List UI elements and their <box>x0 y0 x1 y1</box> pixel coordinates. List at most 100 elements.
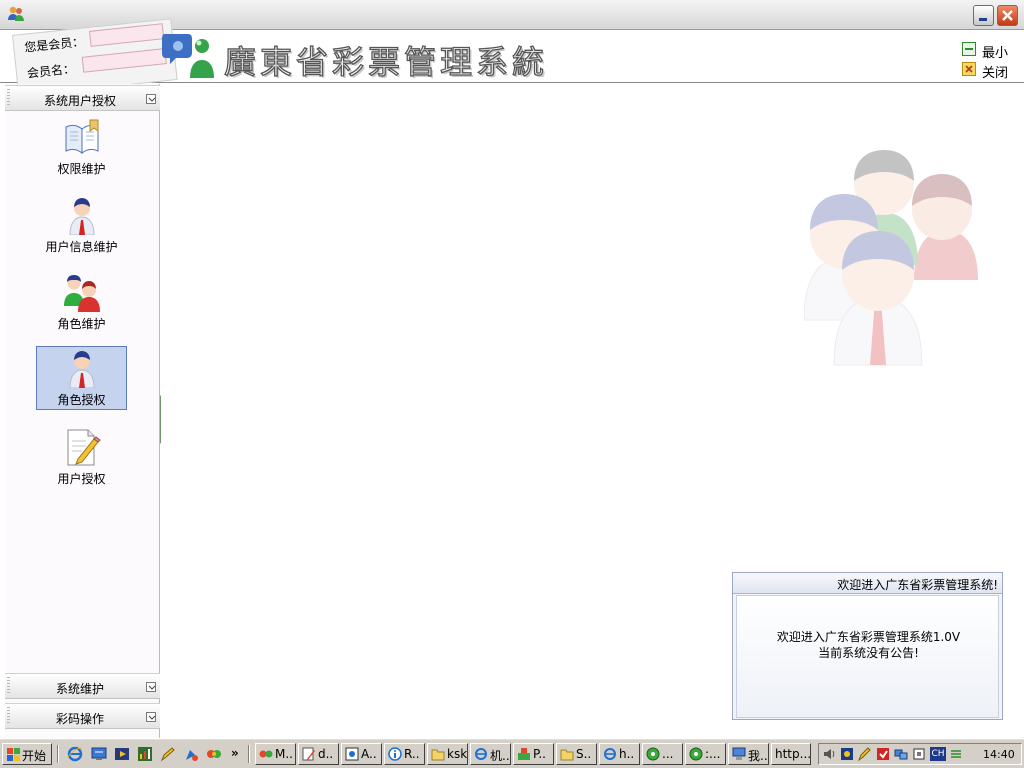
sidebar-section-system-maintenance[interactable]: 系统维护 <box>5 673 160 699</box>
taskbar-item[interactable]: S.. <box>556 743 597 765</box>
tools-icon <box>518 748 530 760</box>
sidebar-item-user-authorization[interactable]: 用户授权 <box>36 425 127 489</box>
pencil-icon[interactable] <box>160 746 176 762</box>
member-field[interactable] <box>88 23 165 47</box>
app-header: 您是会员： 会员名： 廣東省彩票管理系統 最小 关闭 <box>0 18 1024 97</box>
taskbar-item[interactable]: 机.. <box>470 743 511 765</box>
section-label: 系统维护 <box>55 682 104 696</box>
taskbar-item-label: ... <box>662 747 674 761</box>
document-pencil-icon <box>67 429 101 466</box>
notice-line-no-announcement: 当前系统没有公告! <box>818 646 919 660</box>
media-player-icon[interactable] <box>114 746 130 762</box>
antivirus-icon[interactable] <box>876 747 890 761</box>
ime-indicator[interactable]: CH <box>930 747 946 761</box>
taskbar-item[interactable]: ... <box>642 743 683 765</box>
taskbar-separator <box>248 745 250 763</box>
sidebar-item-label: 角色授权 <box>57 393 106 407</box>
editor-icon <box>302 747 315 761</box>
taskbar-item-label: ksk <box>447 747 468 761</box>
cd-icon <box>646 747 660 761</box>
taskbar-item[interactable]: d.. <box>298 743 339 765</box>
close-icon <box>962 62 976 76</box>
taskbar-item[interactable]: http... <box>771 743 811 765</box>
connection-icon[interactable] <box>894 747 908 761</box>
sidebar-item-role-authorization[interactable]: 角色授权 <box>36 346 127 410</box>
sidebar-item-label: 用户信息维护 <box>45 240 118 254</box>
pinwheel-icon[interactable] <box>206 746 222 762</box>
taskbar-item-label: M.. <box>275 747 293 761</box>
users-watermark-icon <box>804 150 978 366</box>
close-button[interactable] <box>997 5 1018 26</box>
sidebar-section-user-auth[interactable]: 系统用户授权 <box>5 85 160 111</box>
ie-icon[interactable] <box>67 746 83 762</box>
taskbar-item-label: http... <box>775 747 811 761</box>
sidebar-item-label: 角色维护 <box>57 317 106 331</box>
minimize-icon <box>962 42 976 56</box>
user-group-icon <box>64 275 100 312</box>
member-label: 您是会员： <box>23 34 85 55</box>
start-button[interactable]: 开始 <box>2 743 52 765</box>
taskbar-item-label: :... <box>705 747 721 761</box>
volume-icon[interactable] <box>822 747 836 761</box>
computer-icon <box>732 747 746 760</box>
member-name-field[interactable] <box>81 48 167 73</box>
network-icon[interactable] <box>840 747 854 761</box>
device-icon[interactable] <box>912 747 926 761</box>
pen-tool-icon[interactable] <box>858 747 872 761</box>
windows-logo-icon <box>7 748 20 761</box>
folder-icon <box>431 749 445 761</box>
collapse-chevron-icon[interactable] <box>146 682 156 692</box>
minimize-link-label: 最小 <box>982 46 1009 61</box>
open-book-icon <box>65 119 99 155</box>
collapse-chevron-icon[interactable] <box>146 94 156 104</box>
taskbar-item[interactable]: R.. <box>384 743 425 765</box>
sidebar-item-user-info-maintenance[interactable]: 用户信息维护 <box>36 193 127 257</box>
input-method-icon[interactable] <box>949 747 963 761</box>
sidebar: 系统用户授权 权限维护 用户信息维护 角色维护 角色授权 用户授权 系统维护 彩… <box>5 84 160 738</box>
logo-icon <box>162 34 214 78</box>
ie-icon <box>604 748 616 760</box>
chart-app-icon[interactable] <box>137 746 153 762</box>
close-link[interactable]: 关闭 <box>962 61 1012 81</box>
paint-icon[interactable] <box>183 746 199 762</box>
ie-icon <box>475 748 487 760</box>
start-label: 开始 <box>22 749 47 763</box>
clock: 14:40 <box>983 748 1015 761</box>
sidebar-item-role-maintenance[interactable]: 角色维护 <box>36 270 127 334</box>
taskbar-item[interactable]: :... <box>685 743 726 765</box>
taskbar-item-label: P.. <box>533 747 546 761</box>
taskbar-separator <box>57 745 59 763</box>
taskbar-item[interactable]: A.. <box>341 743 382 765</box>
taskbar-item[interactable]: M.. <box>255 743 296 765</box>
taskbar-item-label: d.. <box>318 747 334 761</box>
taskbar-item-label: h.. <box>619 747 635 761</box>
users-icon <box>8 6 24 21</box>
member-name-label: 会员名： <box>26 61 76 81</box>
sidebar-item-label: 用户授权 <box>57 472 106 486</box>
sidebar-item-permission-maintenance[interactable]: 权限维护 <box>36 115 127 179</box>
minimize-link[interactable]: 最小 <box>962 41 1012 61</box>
browser-icon <box>259 750 273 758</box>
taskbar-item-label: 我.. <box>748 749 768 763</box>
taskbar-item[interactable]: ksk <box>427 743 468 765</box>
user-icon <box>69 198 95 235</box>
taskbar-item[interactable]: h.. <box>599 743 640 765</box>
notice-body: 欢迎进入广东省彩票管理系统1.0V 当前系统没有公告! <box>736 595 999 718</box>
notice-panel: 欢迎进入广东省彩票管理系统! 欢迎进入广东省彩票管理系统1.0V 当前系统没有公… <box>732 572 1003 720</box>
taskbar-item[interactable]: 我.. <box>728 743 769 765</box>
collapse-chevron-icon[interactable] <box>146 712 156 722</box>
section-label: 系统用户授权 <box>43 94 116 108</box>
app-icon <box>345 747 359 761</box>
app-window: 您是会员： 会员名： 廣東省彩票管理系統 最小 关闭 系统用户授权 权限维护 用… <box>0 0 1024 738</box>
taskbar-item-label: A.. <box>361 747 377 761</box>
sidebar-item-label: 权限维护 <box>57 162 106 176</box>
minimize-button[interactable] <box>973 5 994 26</box>
section-label: 彩码操作 <box>55 712 104 726</box>
folder-icon <box>560 749 574 761</box>
quick-launch-overflow-icon[interactable]: » <box>231 746 239 760</box>
taskbar-item[interactable]: P.. <box>513 743 554 765</box>
taskbar-item-label: S.. <box>576 747 592 761</box>
desktop-icon[interactable] <box>91 746 107 762</box>
sidebar-section-lottery-operations[interactable]: 彩码操作 <box>5 703 160 729</box>
close-icon <box>1002 10 1013 21</box>
